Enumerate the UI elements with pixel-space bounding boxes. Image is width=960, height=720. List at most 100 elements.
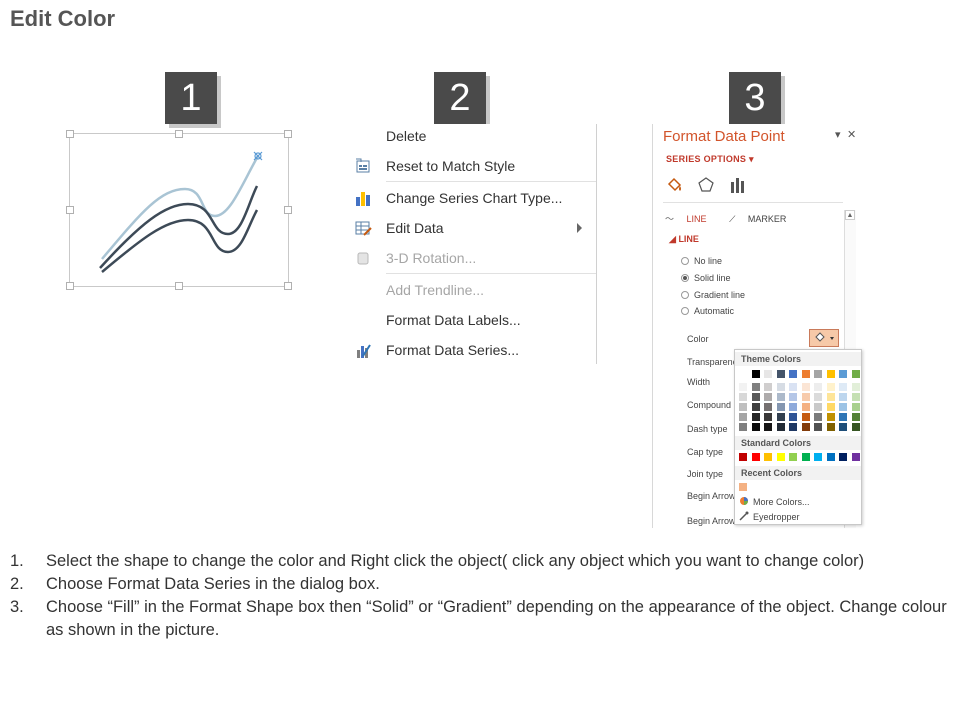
color-swatch[interactable] — [814, 423, 822, 431]
color-swatch[interactable] — [739, 453, 747, 461]
menu-item-delete[interactable]: Delete — [350, 122, 596, 150]
color-swatch[interactable] — [764, 383, 772, 391]
color-swatch[interactable] — [814, 370, 822, 378]
menu-item-edit-data[interactable]: Edit Data — [350, 214, 596, 242]
color-swatch[interactable] — [839, 423, 847, 431]
scroll-up-arrow[interactable]: ▲ — [845, 210, 855, 220]
bar-chart-icon[interactable] — [729, 176, 747, 194]
color-swatch[interactable] — [776, 383, 785, 391]
eyedropper-link[interactable]: Eyedropper — [739, 511, 800, 523]
color-swatch[interactable] — [751, 453, 760, 461]
color-swatch[interactable] — [801, 453, 810, 461]
series-options-dropdown[interactable]: SERIES OPTIONS ▾ — [666, 154, 754, 165]
pentagon-icon[interactable] — [697, 176, 715, 194]
color-swatch[interactable] — [801, 413, 810, 421]
radio-solid-line[interactable]: Solid line — [681, 273, 731, 283]
resize-handle[interactable] — [175, 282, 183, 290]
color-swatch[interactable] — [851, 370, 860, 378]
radio-button[interactable] — [681, 257, 689, 265]
radio-gradient-line[interactable]: Gradient line — [681, 290, 745, 300]
radio-button[interactable] — [681, 307, 689, 315]
resize-handle[interactable] — [66, 206, 74, 214]
tab-line[interactable]: 〜 LINE — [665, 214, 717, 224]
color-swatch[interactable] — [776, 370, 785, 378]
radio-automatic[interactable]: Automatic — [681, 306, 734, 316]
chart-preview[interactable] — [69, 133, 289, 287]
color-swatch[interactable] — [801, 393, 810, 401]
color-swatch[interactable] — [789, 403, 797, 411]
color-swatch[interactable] — [851, 393, 860, 401]
color-swatch[interactable] — [789, 423, 797, 431]
color-swatch[interactable] — [776, 413, 785, 421]
color-swatch[interactable] — [789, 393, 797, 401]
color-swatch[interactable] — [739, 423, 747, 431]
resize-handle[interactable] — [284, 206, 292, 214]
line-chart-svg[interactable] — [70, 134, 288, 286]
resize-handle[interactable] — [66, 282, 74, 290]
color-swatch[interactable] — [801, 383, 810, 391]
color-swatch[interactable] — [851, 403, 860, 411]
color-swatch[interactable] — [751, 403, 760, 411]
color-swatch[interactable] — [751, 423, 760, 431]
color-swatch[interactable] — [776, 453, 785, 461]
resize-handle[interactable] — [66, 130, 74, 138]
close-icon[interactable]: ✕ — [847, 128, 856, 141]
color-swatch[interactable] — [801, 403, 810, 411]
resize-handle[interactable] — [284, 282, 292, 290]
selected-point-marker[interactable] — [253, 151, 263, 161]
color-swatch[interactable] — [776, 423, 785, 431]
color-swatch[interactable] — [739, 393, 747, 401]
color-swatch[interactable] — [789, 413, 797, 421]
color-swatch[interactable] — [764, 453, 772, 461]
color-swatch[interactable] — [764, 423, 772, 431]
paint-bucket-icon[interactable] — [665, 176, 683, 194]
color-swatch[interactable] — [814, 413, 822, 421]
color-swatch[interactable] — [764, 370, 772, 378]
color-swatch[interactable] — [839, 403, 847, 411]
color-swatch[interactable] — [789, 370, 797, 378]
color-swatch[interactable] — [801, 423, 810, 431]
menu-item-change-chart-type[interactable]: Change Series Chart Type... — [350, 184, 596, 212]
color-swatch[interactable] — [776, 403, 785, 411]
color-swatch[interactable] — [814, 453, 822, 461]
color-swatch[interactable] — [751, 393, 760, 401]
resize-handle[interactable] — [284, 130, 292, 138]
color-swatch[interactable] — [739, 383, 747, 391]
chevron-down-icon[interactable]: ▾ — [835, 128, 841, 141]
menu-item-reset-style[interactable]: Reset to Match Style — [350, 152, 596, 180]
color-swatch[interactable] — [839, 370, 847, 378]
color-swatch[interactable] — [851, 413, 860, 421]
color-swatch[interactable] — [739, 403, 747, 411]
color-swatch[interactable] — [826, 383, 835, 391]
color-swatch[interactable] — [826, 370, 835, 378]
more-colors-link[interactable]: More Colors... — [739, 496, 810, 508]
color-swatch[interactable] — [764, 403, 772, 411]
color-swatch[interactable] — [789, 383, 797, 391]
color-swatch[interactable] — [826, 403, 835, 411]
color-swatch[interactable] — [826, 413, 835, 421]
tab-marker[interactable]: ⟋ MARKER — [729, 214, 796, 224]
color-swatch[interactable] — [751, 370, 760, 378]
color-swatch[interactable] — [764, 413, 772, 421]
color-swatch[interactable] — [739, 413, 747, 421]
color-swatch[interactable] — [776, 393, 785, 401]
color-swatch[interactable] — [839, 413, 847, 421]
menu-item-format-data-labels[interactable]: Format Data Labels... — [350, 306, 596, 334]
resize-handle[interactable] — [175, 130, 183, 138]
section-line-header[interactable]: ◢ LINE — [669, 234, 699, 245]
color-swatch[interactable] — [826, 423, 835, 431]
color-swatch[interactable] — [801, 370, 810, 378]
color-swatch[interactable] — [814, 393, 822, 401]
radio-no-line[interactable]: No line — [681, 256, 722, 266]
color-swatch[interactable] — [789, 453, 797, 461]
color-picker-button[interactable] — [809, 329, 839, 347]
color-swatch[interactable] — [839, 453, 847, 461]
color-swatch[interactable] — [814, 403, 822, 411]
color-swatch[interactable] — [739, 370, 747, 378]
color-swatch[interactable] — [814, 383, 822, 391]
radio-button[interactable] — [681, 291, 689, 299]
color-swatch[interactable] — [839, 393, 847, 401]
color-swatch[interactable] — [764, 393, 772, 401]
color-swatch[interactable] — [851, 383, 860, 391]
color-swatch[interactable] — [751, 383, 760, 391]
